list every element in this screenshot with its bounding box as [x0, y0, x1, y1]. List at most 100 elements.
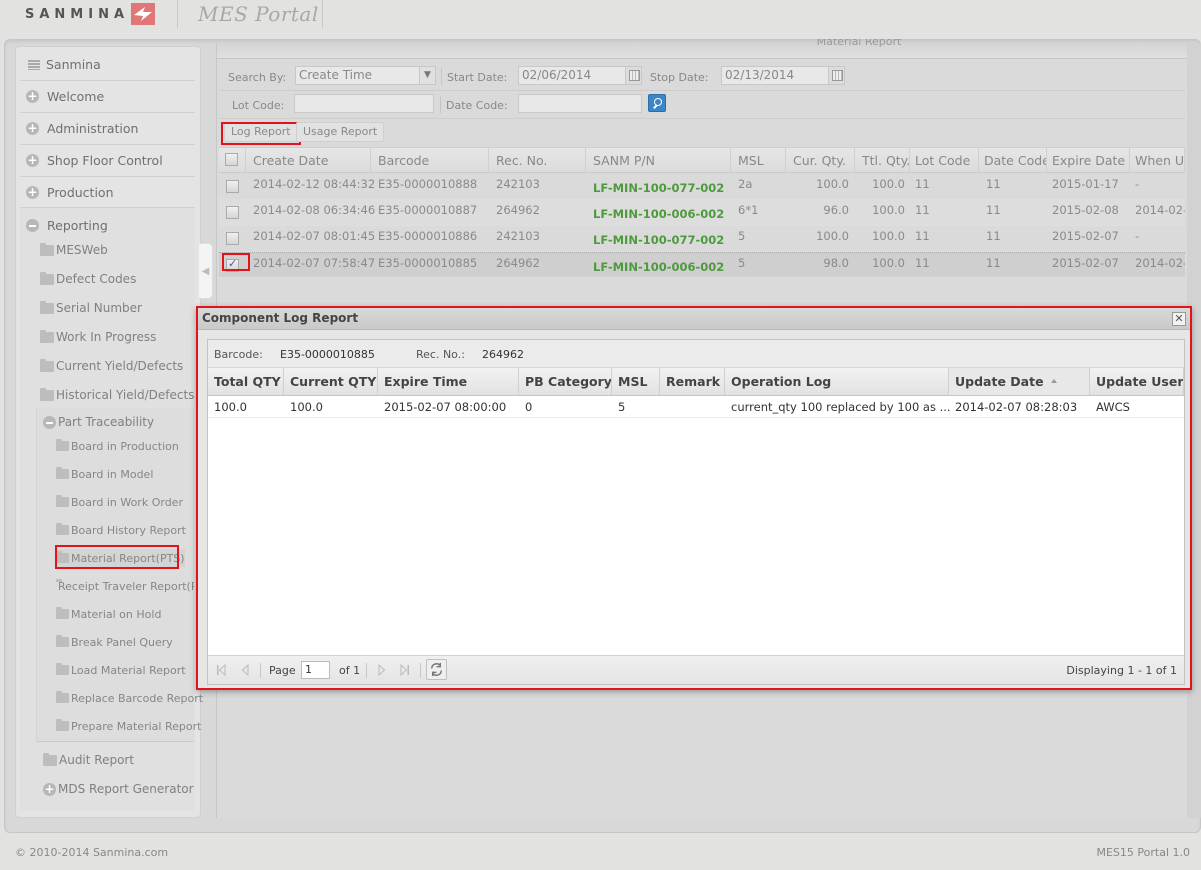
cell-pn: LF-MIN-100-006-002	[593, 260, 725, 274]
sidebar-item-board-in-production[interactable]: Board in Production	[56, 437, 179, 455]
col-create-date[interactable]: Create Date	[246, 148, 371, 173]
calendar-icon[interactable]	[625, 67, 641, 84]
sidebar-item-break-panel-query[interactable]: Break Panel Query	[56, 633, 173, 651]
col-cur-qty[interactable]: Cur. Qty.	[786, 148, 855, 173]
sidebar-item-board-history-report[interactable]: Board History Report	[56, 521, 186, 539]
calendar-icon[interactable]	[828, 67, 844, 84]
sidebar-item-receipt-traveler-report[interactable]: Receipt Traveler Report(PTS)	[56, 577, 194, 595]
col-when-used[interactable]: When Used	[1130, 148, 1185, 173]
sidebar-item-serial-number[interactable]: Serial Number	[40, 298, 142, 318]
page-number-input[interactable]: 1	[301, 661, 330, 679]
sidebar-item-reporting[interactable]: Reporting	[20, 209, 195, 241]
sidebar-item-current-yield[interactable]: Current Yield/Defects	[40, 356, 183, 376]
sidebar-item-part-traceability[interactable]: Part Traceability	[43, 412, 154, 432]
sidebar-item-label: Defect Codes	[56, 272, 137, 286]
refresh-icon	[431, 662, 442, 677]
cell-when-used: 2014-02-08	[1135, 256, 1185, 270]
sidebar-item-mds-report-generator[interactable]: + MDS Report Generator	[43, 779, 194, 799]
select-all-header[interactable]	[219, 148, 246, 173]
col-update-user[interactable]: Update User	[1090, 368, 1184, 395]
sidebar-item-material-on-hold[interactable]: Material on Hold	[56, 605, 161, 623]
refresh-button[interactable]	[426, 659, 447, 680]
sidebar-item-defect-codes[interactable]: Defect Codes	[40, 269, 136, 289]
sidebar-item-work-in-progress[interactable]: Work In Progress	[40, 327, 156, 347]
prev-page-icon[interactable]	[240, 664, 250, 676]
cell-msl: 6*1	[738, 203, 759, 217]
sidebar-item-prepare-material-report[interactable]: Prepare Material Report	[56, 717, 201, 735]
sidebar-collapse-button[interactable]: ◀	[199, 243, 213, 299]
sidebar-item-production[interactable]: + Production	[20, 177, 195, 209]
sidebar-item-board-in-model[interactable]: Board in Model	[56, 465, 153, 483]
component-log-report-dialog: Component Log Report ✕ Barcode: E35-0000…	[196, 306, 1192, 690]
col-lot-code[interactable]: Lot Code	[910, 148, 979, 173]
filter-row-1: Search By: Create Time ▼ Start Date: 02/…	[219, 63, 1185, 91]
cell-expire-date: 2015-02-07	[1052, 256, 1119, 270]
lot-code-input[interactable]	[294, 94, 434, 113]
col-pb-category[interactable]: PB Category	[519, 368, 612, 395]
sidebar-item-welcome[interactable]: + Welcome	[20, 81, 195, 113]
last-page-icon[interactable]	[400, 664, 410, 676]
sidebar-item-board-in-work-order[interactable]: Board in Work Order	[56, 493, 183, 511]
table-row[interactable]: 2014-02-07 08:01:45 E35-0000010886 242103 L…	[219, 226, 1185, 252]
col-ttl-qty[interactable]: Ttl. Qty.	[855, 148, 910, 173]
col-msl[interactable]: MSL	[731, 148, 786, 173]
col-update-date[interactable]: Update Date	[949, 368, 1090, 395]
col-update-date-label: Update Date	[955, 374, 1044, 389]
cell-total-qty: 100.0	[214, 400, 247, 414]
sidebar-item-audit-report[interactable]: Audit Report	[43, 750, 134, 770]
sidebar-item-historical-yield[interactable]: Historical Yield/Defects	[40, 385, 194, 405]
col-operation-log[interactable]: Operation Log	[725, 368, 949, 395]
col-date-code[interactable]: Date Code	[979, 148, 1047, 173]
cell-create-date: 2014-02-07 07:58:47	[253, 256, 376, 270]
stop-date-field[interactable]: 02/13/2014	[721, 66, 845, 85]
folder-icon	[56, 663, 69, 675]
sidebar-item-administration[interactable]: + Administration	[20, 113, 195, 145]
next-page-icon[interactable]	[377, 664, 387, 676]
col-sanm-pn[interactable]: SANM P/N	[586, 148, 731, 173]
usage-report-button[interactable]: Usage Report	[296, 122, 385, 142]
plus-circle-icon: +	[26, 121, 39, 135]
sidebar-item-sanmina[interactable]: Sanmina	[20, 49, 195, 81]
start-date-field[interactable]: 02/06/2014	[518, 66, 642, 85]
divider	[440, 96, 441, 113]
pagination-toolbar: Page 1 of 1 Displaying 1 - 1 of 1	[208, 655, 1184, 684]
first-page-icon[interactable]	[216, 664, 226, 676]
stop-date-value: 02/13/2014	[725, 68, 795, 82]
sidebar-item-mesweb[interactable]: MESWeb	[40, 240, 108, 260]
sidebar-item-load-material-report[interactable]: Load Material Report	[56, 661, 186, 679]
row-checkbox[interactable]	[226, 206, 239, 219]
col-expire-time[interactable]: Expire Time	[378, 368, 519, 395]
col-expire-date[interactable]: Expire Date	[1047, 148, 1130, 173]
selected-item-highlight	[55, 545, 179, 569]
date-code-input[interactable]	[518, 94, 642, 113]
table-row[interactable]: 2014-02-08 06:34:46 E35-0000010887 264962 L…	[219, 200, 1185, 226]
log-grid-header: Total QTY Current QTY Expire Time PB Cat…	[208, 368, 1184, 396]
cell-pn: LF-MIN-100-077-002	[593, 233, 725, 247]
col-total-qty[interactable]: Total QTY	[208, 368, 284, 395]
lot-code-label: Lot Code:	[232, 99, 285, 112]
col-current-qty[interactable]: Current QTY	[284, 368, 378, 395]
row-checkbox[interactable]	[226, 180, 239, 193]
table-row[interactable]: 2014-02-07 07:58:47E35-0000010885 264962 L…	[219, 252, 1185, 278]
cell-cur-qty: 98.0	[823, 256, 849, 270]
log-table-row[interactable]: 100.0 100.0 2015-02-07 08:00:00 0 5 curr…	[208, 396, 1184, 418]
list-icon	[28, 59, 40, 70]
table-row[interactable]: 2014-02-12 08:44:32 E35-0000010888 242103 L…	[219, 174, 1185, 200]
search-by-select[interactable]: Create Time ▼	[295, 66, 436, 85]
folder-icon	[56, 719, 69, 731]
col-remark[interactable]: Remark	[660, 368, 725, 395]
sidebar-item-replace-barcode-report[interactable]: Replace Barcode Report	[56, 689, 203, 707]
sidebar-item-shop-floor-control[interactable]: + Shop Floor Control	[20, 145, 195, 177]
col-rec-no[interactable]: Rec. No.	[489, 148, 586, 173]
cell-expire-time: 2015-02-07 08:00:00	[384, 400, 507, 414]
col-barcode[interactable]: Barcode	[371, 148, 489, 173]
search-button[interactable]	[648, 94, 666, 112]
cell-ttl-qty: 100.0	[872, 229, 905, 243]
cell-barcode: E35-0000010888	[378, 177, 478, 191]
cell-rec-no: 242103	[496, 177, 540, 191]
chevron-down-icon[interactable]: ▼	[419, 67, 435, 84]
col-msl[interactable]: MSL	[612, 368, 660, 395]
close-icon[interactable]: ✕	[1172, 312, 1186, 326]
select-all-checkbox[interactable]	[225, 153, 238, 166]
row-checkbox[interactable]	[226, 232, 239, 245]
